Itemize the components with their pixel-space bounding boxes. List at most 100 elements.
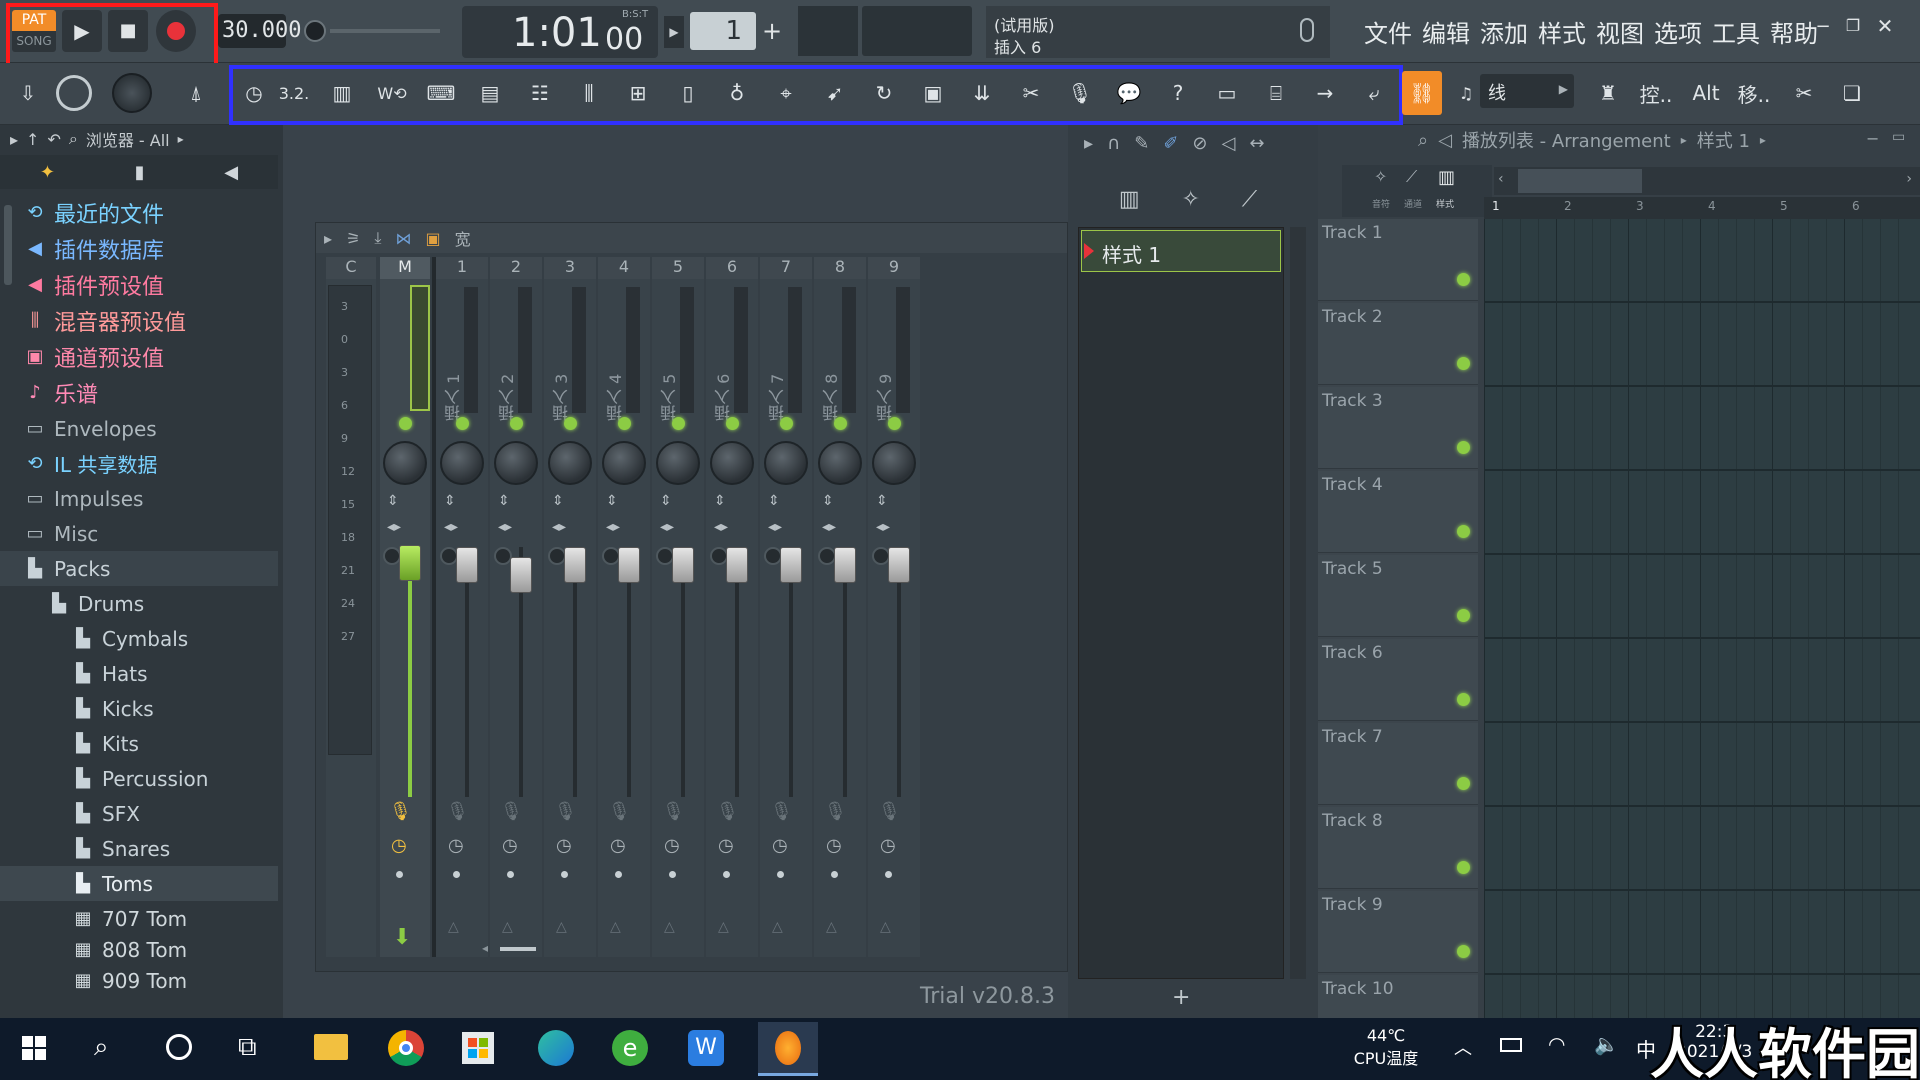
mixer-strip-current[interactable]: C 3 0 3 6 9 12 15 18 21 24 27 xyxy=(326,257,376,957)
paste-icon[interactable]: ❏ xyxy=(1832,71,1872,115)
track-enable-led[interactable] xyxy=(1457,693,1470,706)
paint-tool-icon[interactable]: ✐ xyxy=(1163,133,1178,157)
pan-knob[interactable] xyxy=(383,441,427,485)
close-button[interactable]: ✕ xyxy=(1874,14,1896,40)
pattern-prev-button[interactable]: ▶ xyxy=(664,16,684,48)
pattern-selector[interactable]: 1 xyxy=(690,12,756,50)
pan-knob[interactable] xyxy=(440,441,484,485)
track-header[interactable]: Track 8 xyxy=(1318,807,1478,889)
track-header[interactable]: Track 2 xyxy=(1318,303,1478,385)
store-icon[interactable] xyxy=(462,1032,494,1064)
insert-enable-led[interactable] xyxy=(672,417,685,430)
browser-item[interactable]: ▦ 909 Tom xyxy=(0,963,278,998)
browser-item[interactable]: ▦ 808 Tom xyxy=(0,932,278,967)
browser-up-icon[interactable]: ↑ xyxy=(26,130,39,149)
track-enable-led[interactable] xyxy=(1457,441,1470,454)
chrome-icon[interactable] xyxy=(388,1030,424,1066)
ie-icon[interactable]: e xyxy=(612,1030,648,1066)
pan-knob[interactable] xyxy=(818,441,862,485)
route-arrow-icon[interactable]: △ xyxy=(826,919,837,935)
swap-channels-icon[interactable]: ◂▸ xyxy=(768,519,782,535)
playlist-menu-icon[interactable]: ▸ xyxy=(1084,133,1093,157)
browser-item[interactable]: ▙ Packs xyxy=(0,551,278,586)
stereo-separation-icon[interactable]: ⇕ xyxy=(876,493,888,509)
pan-knob[interactable] xyxy=(710,441,754,485)
save-icon[interactable]: ▣ xyxy=(913,71,953,115)
route-dot[interactable] xyxy=(615,871,622,878)
route-dot[interactable] xyxy=(885,871,892,878)
menu-view[interactable]: 视图 xyxy=(1596,14,1644,49)
browser-tab-speaker-icon[interactable]: ◀ xyxy=(224,162,238,183)
start-icon[interactable] xyxy=(22,1036,46,1060)
mic-icon[interactable]: 🎙 xyxy=(1060,71,1100,115)
volume-fader[interactable] xyxy=(510,557,532,593)
swap-channels-icon[interactable]: ◂▸ xyxy=(660,519,674,535)
keyboard-icon[interactable]: ⌸ xyxy=(1256,71,1296,115)
browser-tab-files-icon[interactable]: ▮ xyxy=(135,162,145,183)
download-icon[interactable]: ⇩ xyxy=(8,71,48,115)
arrow-right-icon[interactable]: → xyxy=(1305,71,1345,115)
metronome-icon[interactable]: ◷ xyxy=(234,71,274,115)
mixer-strip-insert[interactable]: 2 插入 2 ⇕ ◂▸ 🎙 ◷ △ xyxy=(490,257,542,957)
route-dot[interactable] xyxy=(669,871,676,878)
draw-tool-icon[interactable]: ✎ xyxy=(1134,133,1149,157)
insert-enable-led[interactable] xyxy=(618,417,631,430)
file-explorer-icon[interactable] xyxy=(314,1034,348,1060)
add-pattern-button[interactable]: + xyxy=(1172,985,1190,1010)
browser-item[interactable]: ▙ Cymbals xyxy=(0,621,278,656)
latency-icon[interactable]: ◷ xyxy=(391,835,407,856)
track-header[interactable]: Track 5 xyxy=(1318,555,1478,637)
mixer-scroll-left-icon[interactable]: ◂ xyxy=(482,941,488,955)
metronome-toolbar-icon[interactable]: ⍋ xyxy=(176,71,216,115)
piano-roll-icon[interactable]: ⊞ xyxy=(618,71,658,115)
channel-rack-icon[interactable]: ☷ xyxy=(520,71,560,115)
control-button[interactable]: 控.. xyxy=(1636,71,1676,115)
insert-enable-led[interactable] xyxy=(564,417,577,430)
plugin-icon[interactable]: ♁ xyxy=(717,71,757,115)
playlist-maximize-button[interactable]: ▭ xyxy=(1892,129,1905,145)
latency-icon[interactable]: ◷ xyxy=(502,835,518,856)
route-dot[interactable] xyxy=(561,871,568,878)
window-icon[interactable]: ▭ xyxy=(1207,71,1247,115)
delete-tool-icon[interactable]: ⊘ xyxy=(1192,133,1207,157)
menu-options[interactable]: 选项 xyxy=(1654,14,1702,49)
slip-tool-icon[interactable]: ↔ xyxy=(1249,133,1264,157)
track-header[interactable]: Track 9 xyxy=(1318,891,1478,973)
browser-search-icon[interactable]: ⌕ xyxy=(69,129,78,149)
automation-icon[interactable]: ⟋ xyxy=(1242,187,1257,217)
battery-icon[interactable] xyxy=(1500,1038,1522,1052)
swap-channels-icon[interactable]: ◂▸ xyxy=(606,519,620,535)
browser-tab-all-icon[interactable]: ✦ xyxy=(40,162,55,183)
swap-channels-icon[interactable]: ◂▸ xyxy=(498,519,512,535)
insert-enable-led[interactable] xyxy=(780,417,793,430)
arm-record-icon[interactable]: 🎙 xyxy=(554,801,577,822)
master-route-arrow-icon[interactable]: ⬇ xyxy=(393,925,411,950)
latency-icon[interactable]: ◷ xyxy=(718,835,734,856)
plugin-picker-icon[interactable]: ⌖ xyxy=(766,71,806,115)
arm-record-icon[interactable]: 🎙 xyxy=(389,801,412,822)
stereo-separation-icon[interactable]: ⇕ xyxy=(444,493,456,509)
volume-fader[interactable] xyxy=(780,547,802,583)
browser-item[interactable]: ⫼ 混音器预设值 xyxy=(0,303,278,338)
browser-item[interactable]: ▙ Percussion xyxy=(0,761,278,796)
browser-item[interactable]: ◀ 插件预设值 xyxy=(0,267,278,302)
insert-enable-led[interactable] xyxy=(888,417,901,430)
browser-item[interactable]: ▭ Envelopes xyxy=(0,411,278,446)
help-icon[interactable]: ? xyxy=(1158,71,1198,115)
mixer-strip-insert[interactable]: 4 插入 4 ⇕ ◂▸ 🎙 ◷ △ xyxy=(598,257,650,957)
arm-record-icon[interactable]: 🎙 xyxy=(824,801,847,822)
mute-tool-icon[interactable]: ◁ xyxy=(1222,133,1236,157)
track-enable-led[interactable] xyxy=(1457,273,1470,286)
mixer-download-icon[interactable]: ⤓ xyxy=(374,228,381,248)
volume-fader[interactable] xyxy=(618,547,640,583)
latency-icon[interactable]: ◷ xyxy=(772,835,788,856)
browser-back-icon[interactable]: ↶ xyxy=(47,130,60,149)
browser-item[interactable]: ▭ Impulses xyxy=(0,481,278,516)
browser-item[interactable]: ▙ Kits xyxy=(0,726,278,761)
insert-enable-led[interactable] xyxy=(834,417,847,430)
mixer-strip-insert[interactable]: 9 插入 9 ⇕ ◂▸ 🎙 ◷ △ xyxy=(868,257,920,957)
edge-icon[interactable] xyxy=(538,1030,574,1066)
browser-item[interactable]: ♪ 乐谱 xyxy=(0,375,278,410)
playlist-speaker-icon[interactable]: ◁ xyxy=(1438,130,1452,151)
scissors-icon[interactable]: ✂ xyxy=(1784,71,1824,115)
